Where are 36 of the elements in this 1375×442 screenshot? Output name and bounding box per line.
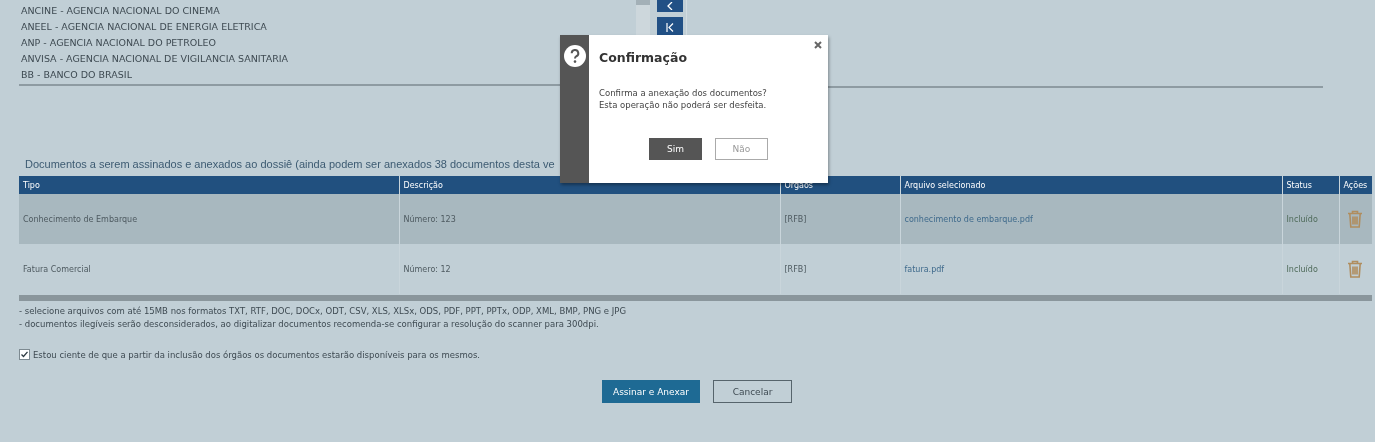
dialog-message: Confirma a anexação dos documentos? Esta operação não poderá ser desfeita. [599,87,768,111]
agency-item[interactable]: ANP - AGENCIA NACIONAL DO PETROLEO [21,35,217,51]
section-heading: Documentos a serem assinados e anexados ao dossiê (ainda podem ser anexados 38 documentos desta ve [24,158,555,172]
column-header: Ações [1339,176,1372,194]
agency-item[interactable]: BB - BANCO DO BRASIL [21,67,132,83]
table-cell: Incluído [1282,194,1339,244]
table-cell: Número: 123 [399,194,780,244]
move-all-left-button[interactable] [657,17,683,37]
column-header: Status [1282,176,1339,194]
table-cell: Número: 12 [399,244,780,294]
table-cell: Conhecimento de Embarque [19,194,399,244]
chevron-first-icon [666,22,674,32]
agency-item[interactable]: ANCINE - AGENCIA NACIONAL DO CINEMA [21,3,220,19]
table-cell: Fatura Comercial [19,244,399,294]
table-cell: [RFB] [780,194,900,244]
close-icon[interactable] [814,41,822,49]
column-header: Tipo [19,176,399,194]
note-text: - selecione arquivos com até 15MB nos formatos TXT, RTF, DOC, DOCx, ODT, CSV, XLS, XLSx, ODS, PDF, PPT, PPTx, ODP, XML, BMP, PNG e JPG [19,305,626,318]
chevron-left-icon [667,1,673,10]
cancel-button[interactable]: Cancelar [713,380,792,403]
table-cell: Incluído [1282,244,1339,294]
checkbox[interactable] [19,349,30,360]
question-icon [563,45,586,67]
table-cell: [RFB] [780,244,900,294]
agency-item[interactable]: ANEEL - AGENCIA NACIONAL DE ENERGIA ELETRICA [21,19,267,35]
move-left-button[interactable] [657,0,683,12]
column-header: Arquivo selecionado [900,176,1282,194]
file-link[interactable]: fatura.pdf [904,264,945,274]
dialog-title: Confirmação [599,50,687,65]
sign-attach-button[interactable]: Assinar e Anexar [602,380,700,403]
agency-item[interactable]: ANVISA - AGENCIA NACIONAL DE VIGILANCIA SANITARIA [21,51,289,67]
check-icon [21,351,28,358]
yes-button[interactable]: Sim [649,138,702,160]
table-row[interactable]: Fatura Comercial Número: 12 [RFB] fatura.pdf Incluído [19,244,1372,294]
note-text: - documentos ilegíveis serão desconsiderados, ao digitalizar documentos recomenda-se configurar a resolução do scanner para 300dpi. [19,318,599,331]
checkbox-label: Estou ciente de que a partir da inclusão dos órgãos os documentos estarão disponíveis para os mesmos. [33,349,481,360]
